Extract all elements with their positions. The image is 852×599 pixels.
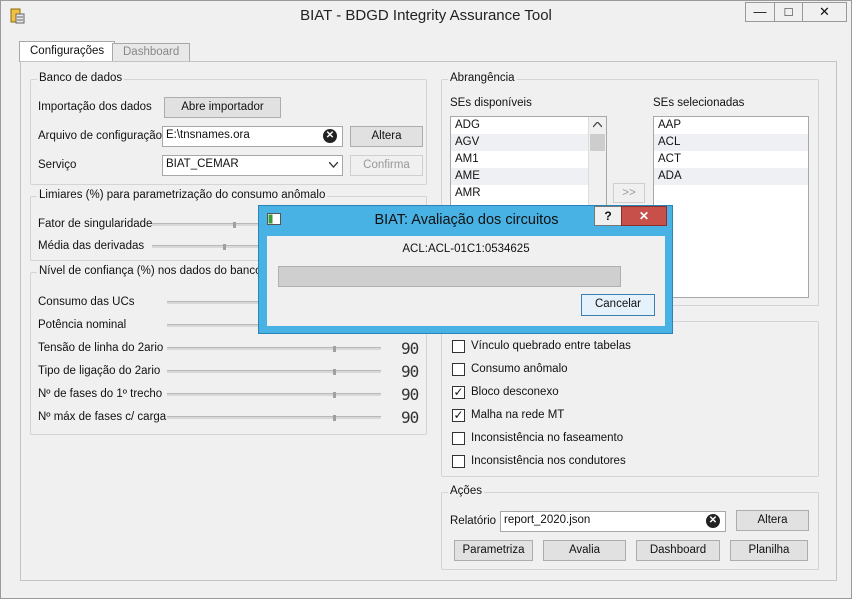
list-item[interactable]: ACT — [654, 151, 808, 168]
maximize-button[interactable]: □ — [774, 2, 803, 22]
chevron-down-icon — [329, 162, 338, 168]
main-window: BIAT - BDGD Integrity Assurance Tool — □… — [0, 0, 852, 599]
checkbox-phasing[interactable] — [452, 432, 465, 445]
checkbox-mt-mesh[interactable]: ✓ — [452, 409, 465, 422]
checkbox-label: Inconsistência nos condutores — [471, 455, 626, 467]
dashboard-button[interactable]: Dashboard — [636, 540, 720, 561]
checks-group: Vínculo quebrado entre tabelas Consumo a… — [441, 321, 819, 477]
open-importer-button[interactable]: Abre importador — [164, 97, 281, 118]
confidence-slider-thumb[interactable] — [333, 415, 336, 421]
checkbox-conductors[interactable] — [452, 455, 465, 468]
checkbox-label: Consumo anômalo — [471, 363, 568, 375]
actions-group-title: Ações — [448, 485, 484, 497]
confidence-slider-thumb[interactable] — [333, 392, 336, 398]
tab-configuracoes[interactable]: Configurações — [19, 41, 116, 62]
confidence-item-label: Nº de fases do 1º trecho — [38, 388, 163, 400]
confidence-slider[interactable] — [167, 416, 381, 419]
checkbox-label: Malha na rede MT — [471, 409, 565, 421]
confidence-slider[interactable] — [167, 324, 267, 327]
confidence-slider[interactable] — [167, 301, 267, 304]
list-item[interactable]: AGV — [451, 134, 606, 151]
confidence-group-title: Nível de confiança (%) nos dados do banc… — [37, 265, 277, 277]
clear-icon[interactable]: ✕ — [323, 129, 337, 143]
confidence-slider[interactable] — [167, 393, 381, 396]
thresholds-group-title: Limiares (%) para parametrização do cons… — [37, 189, 328, 201]
confidence-item-label: Consumo das UCs — [38, 296, 135, 308]
dialog-close-button[interactable]: ✕ — [621, 206, 667, 226]
confidence-value: 90 — [401, 385, 419, 404]
config-file-label: Arquivo de configuração — [38, 130, 163, 142]
mean-derivatives-slider[interactable] — [152, 245, 262, 248]
evaluation-dialog: BIAT: Avaliação dos circuitos ? ✕ ACL:AC… — [258, 205, 673, 334]
minimize-button[interactable]: — — [745, 2, 775, 22]
dialog-body: ACL:ACL-01C1:0534625 Cancelar — [267, 236, 665, 326]
change-config-button[interactable]: Altera — [350, 126, 423, 147]
actions-group: Ações Relatório report_2020.json ✕ Alter… — [441, 485, 819, 570]
singularity-factor-label: Fator de singularidade — [38, 218, 153, 230]
list-item[interactable]: AME — [451, 168, 606, 185]
checkbox-anomalous-consumption[interactable] — [452, 363, 465, 376]
service-label: Serviço — [38, 159, 77, 171]
list-item[interactable]: ADA — [654, 168, 808, 185]
add-se-button[interactable]: >> — [613, 183, 645, 203]
config-file-input[interactable]: E:\tnsnames.ora ✕ — [162, 126, 343, 147]
clear-icon[interactable]: ✕ — [706, 514, 720, 528]
service-value: BIAT_CEMAR — [166, 158, 239, 170]
mean-derivatives-label: Média das derivadas — [38, 240, 145, 252]
confidence-slider-thumb[interactable] — [333, 369, 336, 375]
list-item[interactable]: ADG — [451, 117, 606, 134]
cancel-button[interactable]: Cancelar — [581, 294, 655, 316]
import-label: Importação dos dados — [38, 101, 152, 113]
window-title: BIAT - BDGD Integrity Assurance Tool — [300, 7, 552, 24]
progress-bar — [278, 266, 621, 287]
change-report-button[interactable]: Altera — [736, 510, 809, 531]
scope-group-title: Abrangência — [448, 72, 517, 84]
confidence-slider[interactable] — [167, 347, 381, 350]
database-group-title: Banco de dados — [37, 72, 125, 84]
confidence-item-label: Tipo de ligação do 2ario — [38, 365, 161, 377]
list-item[interactable]: AM1 — [451, 151, 606, 168]
list-item[interactable]: ACL — [654, 134, 808, 151]
confidence-value: 90 — [401, 362, 419, 381]
selected-ses-label: SEs selecionadas — [653, 97, 745, 109]
chevron-up-icon[interactable] — [593, 122, 602, 128]
checkbox-broken-link[interactable] — [452, 340, 465, 353]
tab-dashboard[interactable]: Dashboard — [112, 43, 191, 61]
service-select[interactable]: BIAT_CEMAR — [162, 155, 343, 176]
checkbox-label: Inconsistência no faseamento — [471, 432, 624, 444]
config-file-value: E:\tnsnames.ora — [166, 129, 250, 141]
list-item[interactable]: AAP — [654, 117, 808, 134]
confidence-item-label: Nº máx de fases c/ carga — [38, 411, 167, 423]
help-button[interactable]: ? — [594, 206, 622, 226]
checkbox-label: Vínculo quebrado entre tabelas — [471, 340, 631, 352]
singularity-factor-thumb[interactable] — [233, 222, 236, 228]
confidence-slider[interactable] — [167, 370, 381, 373]
confidence-item-label: Potência nominal — [38, 319, 127, 331]
checkbox-disconnected-block[interactable]: ✓ — [452, 386, 465, 399]
dialog-status-text: ACL:ACL-01C1:0534625 — [402, 243, 530, 255]
spreadsheet-button[interactable]: Planilha — [730, 540, 808, 561]
confidence-slider-thumb[interactable] — [333, 346, 336, 352]
mean-derivatives-thumb[interactable] — [223, 244, 226, 250]
list-item[interactable]: AMR — [451, 185, 606, 202]
scrollbar-thumb[interactable] — [590, 134, 605, 151]
confirm-service-button[interactable]: Confirma — [350, 155, 423, 176]
confidence-value: 90 — [401, 339, 419, 358]
close-button[interactable]: ✕ — [802, 2, 847, 22]
singularity-factor-slider[interactable] — [152, 223, 262, 226]
database-group: Banco de dados Importação dos dados Abre… — [30, 72, 427, 185]
checkbox-label: Bloco desconexo — [471, 386, 559, 398]
confidence-item-label: Tensão de linha do 2ario — [38, 342, 164, 354]
title-bar: BIAT - BDGD Integrity Assurance Tool — □… — [1, 1, 851, 31]
parametrize-button[interactable]: Parametriza — [454, 540, 533, 561]
confidence-value: 90 — [401, 408, 419, 427]
evaluate-button[interactable]: Avalia — [543, 540, 626, 561]
report-input[interactable]: report_2020.json ✕ — [500, 511, 726, 532]
report-value: report_2020.json — [504, 514, 591, 526]
available-ses-label: SEs disponíveis — [450, 97, 532, 109]
report-label: Relatório — [450, 515, 497, 527]
selected-ses-list[interactable]: AAP ACL ACT ADA — [653, 116, 809, 298]
